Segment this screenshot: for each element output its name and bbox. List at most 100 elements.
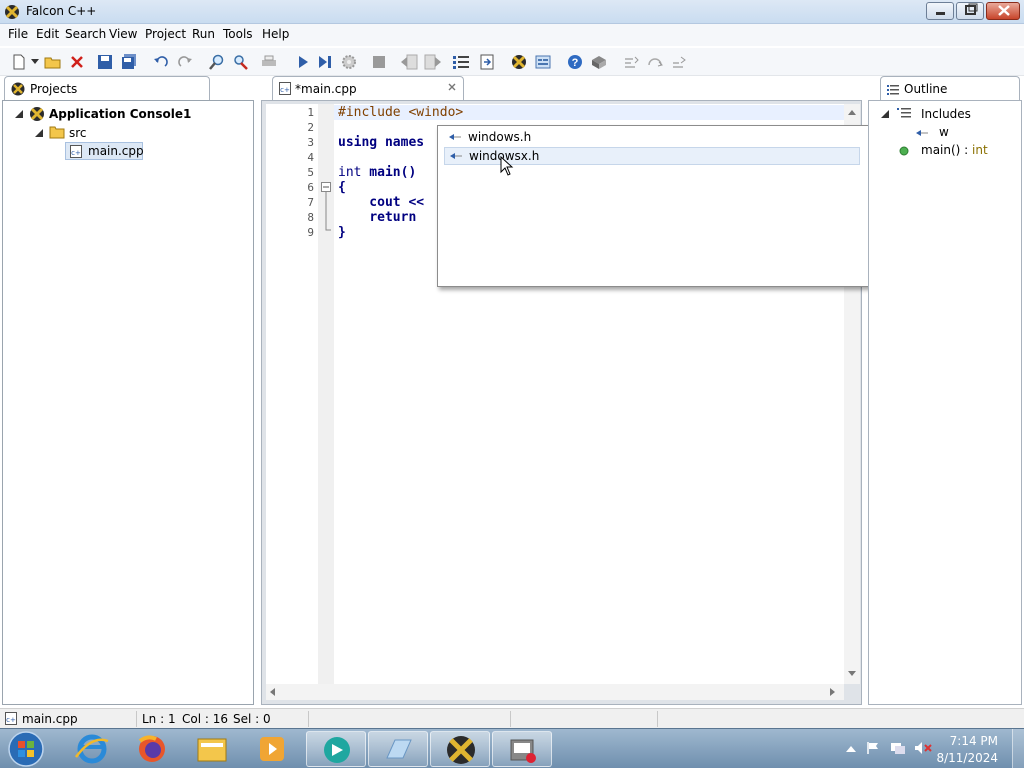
tab-projects[interactable]: Projects	[4, 76, 210, 100]
line-number: 4	[307, 151, 314, 164]
svg-text:?: ?	[572, 57, 579, 69]
tab-main-cpp[interactable]: c+ *main.cpp	[272, 76, 464, 100]
find-icon[interactable]	[208, 53, 226, 71]
code-token: return	[369, 210, 417, 225]
tree-item-file[interactable]: c+ main.cpp	[65, 142, 144, 160]
status-separator	[308, 711, 309, 727]
run-icon[interactable]	[294, 53, 312, 71]
run-to-end-icon[interactable]	[316, 53, 334, 71]
scroll-left-icon[interactable]	[270, 688, 275, 696]
start-button[interactable]	[6, 731, 46, 767]
menu-help[interactable]: Help	[262, 27, 289, 41]
tab-outline[interactable]: Outline	[880, 76, 1020, 100]
line-number: 6	[307, 181, 314, 194]
outline-include-item[interactable]: w	[939, 125, 949, 139]
expand-arrow-icon[interactable]	[881, 110, 889, 118]
firefox-icon[interactable]	[122, 731, 182, 767]
debug-step-out-icon[interactable]	[670, 53, 688, 71]
status-separator	[510, 711, 511, 727]
network-icon[interactable]	[890, 741, 906, 755]
undo-icon[interactable]	[152, 53, 170, 71]
packages-icon[interactable]	[590, 53, 608, 71]
show-hidden-icons-icon[interactable]	[846, 744, 856, 752]
code-line: #include <windo>	[338, 105, 463, 120]
step-back-icon[interactable]	[400, 53, 418, 71]
replace-icon[interactable]	[232, 53, 250, 71]
outline-includes[interactable]: Includes	[921, 107, 971, 121]
autocomplete-item[interactable]: windows.h	[444, 128, 860, 146]
taskbar-app-teal[interactable]	[306, 731, 366, 767]
close-file-icon[interactable]	[68, 53, 86, 71]
falcon-app-icon	[4, 4, 20, 20]
taskbar-app-console[interactable]	[492, 731, 552, 767]
maximize-button[interactable]	[956, 2, 984, 20]
status-separator	[136, 711, 137, 727]
menu-edit[interactable]: Edit	[36, 27, 59, 41]
goto-icon[interactable]	[478, 53, 496, 71]
include-file-icon	[448, 132, 462, 142]
outline-function[interactable]: main() : int	[921, 143, 988, 157]
code-line: cout <<	[338, 195, 424, 210]
new-file-icon[interactable]	[10, 53, 28, 71]
tree-item-project[interactable]: Application Console1	[49, 107, 191, 121]
status-col: Col : 16	[182, 712, 228, 726]
tree-item-folder[interactable]: src	[69, 126, 87, 140]
close-button[interactable]	[986, 2, 1020, 20]
print-icon[interactable]	[260, 53, 278, 71]
internet-explorer-icon[interactable]	[62, 731, 122, 767]
code-line: return	[338, 210, 416, 225]
outline-spacer	[869, 125, 871, 127]
line-number: 8	[307, 211, 314, 224]
line-number: 1	[307, 106, 314, 119]
show-desktop-button[interactable]	[1012, 729, 1024, 768]
file-explorer-icon[interactable]	[182, 731, 242, 767]
menu-tools[interactable]: Tools	[223, 27, 253, 41]
code-token: #include <windo>	[338, 105, 464, 120]
scroll-right-icon[interactable]	[830, 688, 835, 696]
cpp-file-icon: c+	[5, 712, 17, 725]
scroll-down-icon[interactable]	[848, 671, 856, 676]
menu-project[interactable]: Project	[145, 27, 186, 41]
falcon-tool-icon[interactable]	[510, 53, 528, 71]
expand-arrow-icon[interactable]	[15, 110, 23, 118]
toolbar: ?	[0, 48, 1024, 76]
scroll-up-icon[interactable]	[848, 110, 856, 115]
list-icon[interactable]	[452, 53, 470, 71]
menu-view[interactable]: View	[109, 27, 137, 41]
save-all-icon[interactable]	[120, 53, 138, 71]
step-forward-icon[interactable]	[424, 53, 442, 71]
help-icon[interactable]: ?	[566, 53, 584, 71]
menu-file[interactable]: File	[8, 27, 28, 41]
save-icon[interactable]	[96, 53, 114, 71]
mouse-cursor-icon	[500, 156, 514, 176]
editor-horizontal-scrollbar[interactable]	[266, 684, 844, 700]
include-file-icon	[915, 128, 929, 138]
build-gear-icon[interactable]	[340, 53, 358, 71]
menu-run[interactable]: Run	[192, 27, 215, 41]
open-folder-icon[interactable]	[44, 53, 62, 71]
volume-muted-icon[interactable]	[914, 741, 932, 755]
stop-icon[interactable]	[370, 53, 388, 71]
debug-step-over-icon[interactable]	[646, 53, 664, 71]
clock-time[interactable]: 7:14 PM	[950, 734, 998, 748]
tab-close-icon[interactable]	[447, 82, 457, 92]
status-file: main.cpp	[22, 712, 78, 726]
templates-icon[interactable]	[534, 53, 552, 71]
code-line: using names	[338, 135, 424, 150]
new-dropdown-icon[interactable]	[30, 53, 40, 71]
debug-step-into-icon[interactable]	[622, 53, 640, 71]
line-number: 9	[307, 226, 314, 239]
clock-date[interactable]: 8/11/2024	[936, 751, 998, 765]
line-number: 5	[307, 166, 314, 179]
svg-text:c+: c+	[6, 716, 16, 724]
menu-search[interactable]: Search	[65, 27, 106, 41]
redo-icon[interactable]	[176, 53, 194, 71]
taskbar-app-editor[interactable]	[368, 731, 428, 767]
minimize-button[interactable]	[926, 2, 954, 20]
media-player-icon[interactable]	[242, 731, 302, 767]
fold-collapse-icon[interactable]	[321, 182, 331, 192]
expand-arrow-icon[interactable]	[35, 129, 43, 137]
action-center-flag-icon[interactable]	[866, 741, 880, 755]
code-token: using names	[338, 135, 425, 150]
taskbar-falcon-icon[interactable]	[430, 731, 490, 767]
